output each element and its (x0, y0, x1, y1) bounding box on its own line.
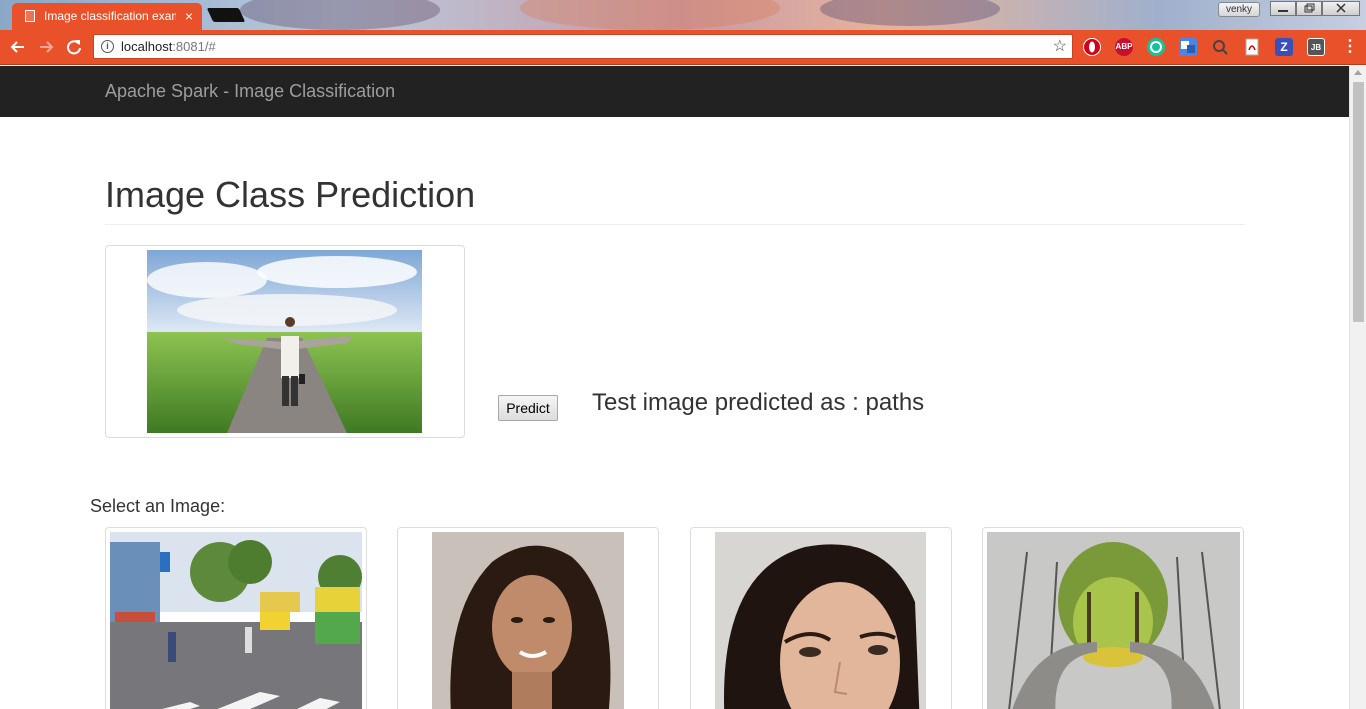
close-icon (1336, 3, 1346, 13)
address-bar[interactable]: i localhost:8081/# ☆ (93, 34, 1073, 59)
back-icon (10, 41, 24, 53)
document-icon (25, 10, 35, 22)
zotero-icon[interactable]: Z (1275, 38, 1293, 56)
minimize-button[interactable] (1270, 1, 1296, 16)
vertical-scrollbar[interactable] (1349, 66, 1366, 709)
page-title: Image Class Prediction (105, 174, 476, 215)
gallery-image-portrait-1[interactable] (397, 527, 659, 709)
gallery-image-portrait-2[interactable] (690, 527, 952, 709)
url-host: localhost (121, 39, 173, 54)
page-header: Image Class Prediction (105, 174, 1245, 225)
forward-icon (40, 41, 54, 53)
forest-path-image (987, 532, 1240, 709)
jb-icon[interactable]: JB (1307, 38, 1325, 56)
back-button[interactable] (7, 36, 29, 58)
scrollbar-thumb[interactable] (1353, 82, 1364, 322)
browser-toolbar: i localhost:8081/# ☆ ABP Z JB ⋮ (0, 30, 1366, 65)
menu-icon[interactable]: ⋮ (1342, 37, 1358, 57)
info-icon[interactable]: i (101, 40, 114, 53)
select-image-label: Select an Image: (90, 496, 226, 516)
prediction-result: Test image predicted as : paths (592, 389, 925, 416)
close-window-button[interactable] (1322, 1, 1360, 16)
url-path: :8081/# (172, 39, 216, 54)
restore-icon (1304, 3, 1315, 13)
gallery-image-street[interactable] (105, 527, 367, 709)
search-icon[interactable] (1211, 38, 1229, 56)
url-text: localhost:8081/# (121, 35, 216, 59)
adblock-icon[interactable]: ABP (1115, 38, 1133, 56)
top-navbar: Apache Spark - Image Classification (0, 66, 1349, 117)
grammarly-icon[interactable] (1147, 38, 1165, 56)
opera-icon[interactable] (1083, 38, 1101, 56)
scroll-up-icon[interactable] (1354, 70, 1362, 75)
minimize-icon (1278, 10, 1288, 12)
predict-button[interactable]: Predict (498, 395, 558, 421)
pdf-icon[interactable] (1243, 38, 1261, 56)
gallery-image-forest-path[interactable] (982, 527, 1244, 709)
test-image-thumbnail (105, 245, 465, 438)
translate-icon[interactable] (1179, 38, 1197, 56)
reload-button[interactable] (63, 36, 85, 58)
tab-title: Image classification exam (44, 9, 176, 23)
titlebar-cloud (240, 0, 440, 30)
browser-titlebar: Image classification exam × venky (0, 0, 1366, 30)
reload-icon (67, 40, 81, 55)
navbar-brand[interactable]: Apache Spark - Image Classification (105, 66, 395, 116)
profile-button[interactable]: venky (1218, 2, 1260, 17)
new-tab-button[interactable] (206, 8, 246, 22)
portrait-image-2 (715, 532, 926, 709)
street-image (110, 532, 362, 709)
forward-button[interactable] (35, 36, 57, 58)
browser-tab[interactable]: Image classification exam × (12, 3, 202, 30)
star-icon[interactable]: ☆ (1053, 35, 1067, 59)
titlebar-cloud (520, 0, 780, 30)
portrait-image-1 (432, 532, 624, 709)
titlebar-cloud (820, 0, 1000, 26)
restore-button[interactable] (1296, 1, 1322, 16)
test-image (147, 250, 422, 433)
close-icon[interactable]: × (185, 3, 193, 29)
page-content: Apache Spark - Image Classification Imag… (0, 66, 1349, 709)
